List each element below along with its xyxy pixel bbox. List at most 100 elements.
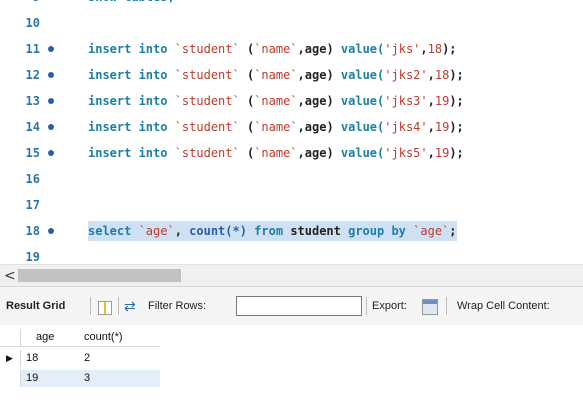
- editor-line[interactable]: 10: [0, 13, 583, 33]
- editor-line[interactable]: 19: [0, 247, 583, 262]
- cell-count[interactable]: 3: [84, 370, 90, 387]
- code-token: show tables;: [88, 0, 175, 4]
- row-selector[interactable]: [0, 370, 21, 387]
- code-token: 19: [434, 146, 450, 160]
- editor-horizontal-scrollbar[interactable]: <: [0, 264, 583, 287]
- statement-marker-icon: [48, 228, 54, 234]
- code-token: ;: [449, 224, 457, 238]
- sql-statement[interactable]: insert into `student` (`name`,age) value…: [88, 91, 464, 111]
- line-number: 12: [25, 68, 40, 82]
- sql-statement[interactable]: insert into `student` (`name`,age) value…: [88, 143, 464, 163]
- code-token: ,age): [297, 120, 341, 134]
- table-row[interactable]: 19 3: [0, 370, 160, 387]
- editor-line[interactable]: 14 insert into `student` (`name`,age) val…: [0, 117, 583, 137]
- cell-age[interactable]: 19: [26, 370, 38, 387]
- line-number: 18: [25, 224, 40, 238]
- editor-line[interactable]: 18 select `age`, count(*) from student gr…: [0, 221, 583, 241]
- code-token: insert into: [88, 146, 175, 160]
- code-token: ,age): [297, 42, 341, 56]
- editor-line[interactable]: 11 insert into `student` (`name`,age) val…: [0, 39, 583, 59]
- code-token: `age`: [413, 224, 450, 238]
- editor-line[interactable]: 13 insert into `student` (`name`,age) val…: [0, 91, 583, 111]
- code-token: ,: [427, 146, 435, 160]
- editor-line[interactable]: 15 insert into `student` (`name`,age) val…: [0, 143, 583, 163]
- code-token: 19: [434, 94, 450, 108]
- editor-line[interactable]: 16: [0, 169, 583, 189]
- code-token: `age`: [138, 224, 175, 238]
- line-number: 17: [25, 198, 40, 212]
- code-token: insert into: [88, 68, 175, 82]
- code-token: ,age): [297, 68, 341, 82]
- selected-sql-statement[interactable]: select `age`, count(*) from student grou…: [88, 221, 457, 241]
- code-token: );: [449, 146, 464, 160]
- code-token: (: [239, 68, 255, 82]
- sql-statement[interactable]: show tables;: [88, 0, 175, 7]
- table-row[interactable]: ▶ 18 2: [0, 350, 160, 367]
- toolbar-divider: [90, 297, 91, 315]
- code-token: count(*): [189, 224, 247, 238]
- statement-marker-icon: [48, 46, 54, 52]
- statement-marker-icon: [48, 98, 54, 104]
- code-token: `student`: [174, 94, 240, 108]
- statement-marker-icon: [48, 72, 54, 78]
- code-token: `name`: [254, 146, 298, 160]
- sql-statement[interactable]: insert into `student` (`name`,age) value…: [88, 39, 457, 59]
- line-number: 19: [25, 250, 40, 262]
- code-token: `name`: [254, 42, 298, 56]
- code-token: );: [442, 42, 457, 56]
- code-token: ,: [427, 94, 435, 108]
- grid-layout-icon[interactable]: [98, 301, 112, 315]
- export-label: Export:: [372, 300, 407, 312]
- cell-count[interactable]: 2: [84, 350, 90, 367]
- code-token: 18: [434, 68, 450, 82]
- code-token: `student`: [174, 146, 240, 160]
- row-selector[interactable]: ▶: [0, 350, 21, 367]
- code-token: `name`: [254, 120, 298, 134]
- code-token: value(: [340, 68, 385, 82]
- code-token: ,: [174, 224, 190, 238]
- result-grid[interactable]: age count(*) ▶ 18 2 19 3: [0, 325, 583, 420]
- sql-statement[interactable]: insert into `student` (`name`,age) value…: [88, 117, 464, 137]
- code-token: `student`: [174, 42, 240, 56]
- statement-marker-icon: [48, 124, 54, 130]
- toolbar-divider: [118, 297, 119, 315]
- sql-editor[interactable]: 9 show tables; 10 11 insert into `student` (…: [0, 0, 583, 262]
- code-token: select: [88, 224, 139, 238]
- line-number: 10: [25, 16, 40, 30]
- editor-line[interactable]: 12 insert into `student` (`name`,age) val…: [0, 65, 583, 85]
- code-token: ,age): [297, 146, 341, 160]
- code-token: 'jks3': [384, 94, 428, 108]
- line-number: 15: [25, 146, 40, 160]
- export-icon[interactable]: [422, 299, 438, 315]
- column-header-age[interactable]: age: [36, 329, 54, 346]
- code-token: from: [246, 224, 291, 238]
- line-number: 14: [25, 120, 40, 134]
- refresh-arrows-icon[interactable]: ⇄: [124, 287, 136, 325]
- code-token: `student`: [174, 120, 240, 134]
- code-token: insert into: [88, 120, 175, 134]
- scrollbar-thumb[interactable]: [18, 269, 181, 282]
- code-token: `name`: [254, 94, 298, 108]
- filter-rows-input[interactable]: [236, 296, 362, 316]
- sql-statement[interactable]: insert into `student` (`name`,age) value…: [88, 65, 464, 85]
- code-token: student: [290, 224, 349, 238]
- code-token: 'jks2': [384, 68, 428, 82]
- result-grid-tab[interactable]: Result Grid: [6, 287, 65, 325]
- code-token: 19: [434, 120, 450, 134]
- code-token: 18: [427, 42, 443, 56]
- line-number: 16: [25, 172, 40, 186]
- code-token: value(: [340, 42, 385, 56]
- code-token: 'jks5': [384, 146, 428, 160]
- code-token: insert into: [88, 42, 175, 56]
- code-token: 'jks4': [384, 120, 428, 134]
- editor-line[interactable]: 9 show tables;: [0, 0, 583, 7]
- code-token: ,: [420, 42, 428, 56]
- wrap-cell-content-label: Wrap Cell Content:: [457, 300, 550, 312]
- column-header-count[interactable]: count(*): [84, 329, 123, 346]
- scroll-left-arrow-icon[interactable]: <: [4, 267, 16, 285]
- cell-age[interactable]: 18: [26, 350, 38, 367]
- line-number: 9: [0, 0, 40, 7]
- code-token: );: [449, 94, 464, 108]
- current-row-arrow-icon: ▶: [6, 353, 13, 363]
- editor-line[interactable]: 17: [0, 195, 583, 215]
